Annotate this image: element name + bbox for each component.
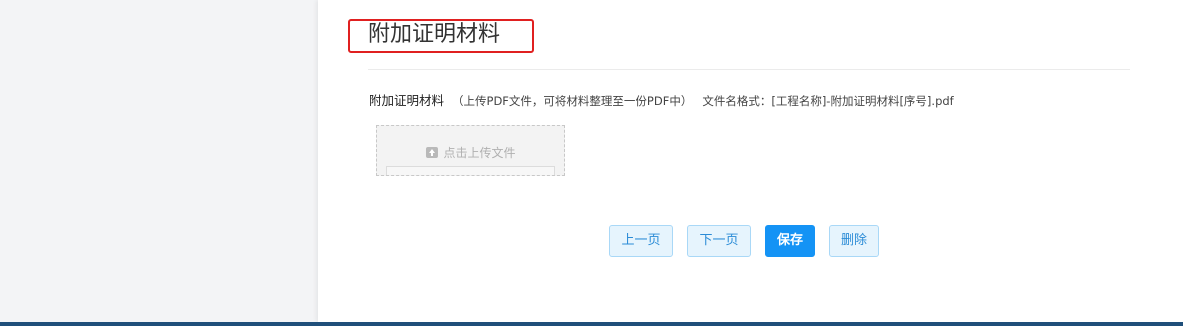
- divider: [368, 69, 1130, 70]
- upload-icon: [425, 147, 438, 158]
- left-gutter: [0, 0, 318, 322]
- attachment-field-label: 附加证明材料: [369, 93, 445, 108]
- section-title: 附加证明材料: [368, 22, 501, 47]
- next-page-button[interactable]: 下一页: [687, 225, 751, 257]
- form-panel: 附加证明材料 附加证明材料 （上传PDF文件，可将材料整理至一份PDF中） 文件名格…: [318, 0, 1183, 322]
- filename-format-hint: 文件名格式：[工程名称]-附加证明材料[序号].pdf: [702, 94, 954, 108]
- bottom-bar: [0, 322, 1183, 326]
- upload-button-label: 点击上传文件: [443, 146, 516, 160]
- attachment-field-hint: （上传PDF文件，可将材料整理至一份PDF中）: [452, 94, 693, 108]
- upload-button-content: 点击上传文件: [425, 144, 516, 161]
- delete-button[interactable]: 删除: [829, 225, 879, 257]
- upload-progress-area: [386, 166, 555, 175]
- page: 附加证明材料 附加证明材料 （上传PDF文件，可将材料整理至一份PDF中） 文件名格…: [0, 0, 1183, 326]
- attachment-field-row: 附加证明材料 （上传PDF文件，可将材料整理至一份PDF中） 文件名格式：[工程名称…: [369, 92, 954, 110]
- upload-file-button[interactable]: 点击上传文件: [376, 125, 565, 176]
- save-button[interactable]: 保存: [765, 225, 815, 257]
- previous-page-button[interactable]: 上一页: [609, 225, 673, 257]
